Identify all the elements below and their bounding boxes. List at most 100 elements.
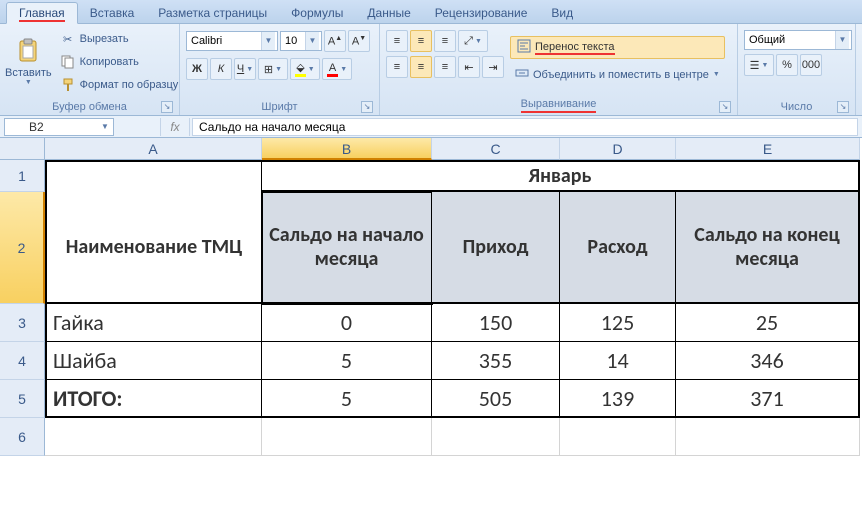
fx-button[interactable]: fx [160,118,190,136]
font-dialog-launcher[interactable]: ↘ [361,101,373,113]
chevron-down-icon: ▼ [713,71,720,78]
cell-d4[interactable]: 14 [560,342,676,380]
font-size-input[interactable] [281,32,305,50]
row-header-1[interactable]: 1 [0,160,45,192]
tab-data[interactable]: Данные [355,3,422,23]
align-top-icon: ≡ [394,35,400,47]
row-header-2[interactable]: 2 [0,192,45,304]
cell-b2[interactable]: Сальдо на начало месяца [262,192,432,304]
brush-icon [60,77,76,93]
format-painter-button[interactable]: Формат по образцу [55,74,184,96]
bold-button[interactable]: Ж [186,58,208,80]
row-header-4[interactable]: 4 [0,342,45,380]
cell-c5[interactable]: 505 [432,380,560,418]
cell-d5[interactable]: 139 [560,380,676,418]
align-bottom-button[interactable]: ≡ [434,30,456,52]
number-dialog-launcher[interactable]: ↘ [837,101,849,113]
col-header-d[interactable]: D [560,138,676,160]
ribbon-tabs: Главная Вставка Разметка страницы Формул… [0,0,862,24]
cell-e4[interactable]: 346 [676,342,860,380]
cell-b3[interactable]: 0 [262,304,432,342]
tab-formulas[interactable]: Формулы [279,3,355,23]
comma-button[interactable]: 000 [800,54,822,76]
cell-b6[interactable] [262,418,432,456]
name-box[interactable]: B2 ▼ [4,118,114,136]
cell-month[interactable]: Январь [262,160,860,192]
chevron-down-icon[interactable]: ▼ [305,32,319,50]
group-label-clipboard: Буфер обмена ↘ [4,99,175,115]
grow-font-button[interactable]: A▲ [324,30,346,52]
chevron-down-icon[interactable]: ▼ [835,31,849,49]
align-right-button[interactable]: ≡ [434,56,456,78]
orientation-button[interactable]: ⤢▼ [458,30,488,52]
clipboard-dialog-launcher[interactable]: ↘ [161,101,173,113]
borders-icon: ⊞ [264,63,273,76]
cell-d3[interactable]: 125 [560,304,676,342]
alignment-dialog-launcher[interactable]: ↘ [719,101,731,113]
font-name-input[interactable] [187,32,261,50]
row-header-5[interactable]: 5 [0,380,45,418]
cell-d2[interactable]: Расход [560,192,676,304]
font-size-combo[interactable]: ▼ [280,31,322,51]
align-left-icon: ≡ [394,61,400,73]
cell-c3[interactable]: 150 [432,304,560,342]
cell-a1[interactable] [45,160,262,192]
tab-page-layout[interactable]: Разметка страницы [146,3,279,23]
font-color-button[interactable]: A▼ [322,58,352,80]
cell-header-name[interactable]: Наименование ТМЦ [45,192,262,304]
number-format-input[interactable] [745,31,835,49]
align-left-button[interactable]: ≡ [386,56,408,78]
wrap-text-button[interactable]: Перенос текста [510,36,725,59]
merge-icon [515,66,529,83]
decrease-indent-button[interactable]: ⇤ [458,56,480,78]
copy-button[interactable]: Копировать [55,51,184,73]
chevron-down-icon[interactable]: ▼ [97,122,113,131]
cell-d6[interactable] [560,418,676,456]
cell-e3[interactable]: 25 [676,304,860,342]
tab-insert[interactable]: Вставка [78,3,147,23]
tab-home[interactable]: Главная [6,2,78,24]
cell-b5[interactable]: 5 [262,380,432,418]
cut-button[interactable]: ✂ Вырезать [55,28,184,50]
cell-b4[interactable]: 5 [262,342,432,380]
merge-center-button[interactable]: Объединить и поместить в центре ▼ [510,63,725,86]
italic-button[interactable]: К [210,58,232,80]
row-header-6[interactable]: 6 [0,418,45,456]
cell-c4[interactable]: 355 [432,342,560,380]
accounting-format-button[interactable]: ☰▼ [744,54,774,76]
cell-e6[interactable] [676,418,860,456]
col-header-a[interactable]: A [45,138,262,160]
cell-c6[interactable] [432,418,560,456]
align-top-button[interactable]: ≡ [386,30,408,52]
formula-input[interactable] [192,118,858,136]
borders-button[interactable]: ⊞▼ [258,58,288,80]
underline-button[interactable]: Ч▼ [234,58,256,80]
select-all-button[interactable] [0,138,45,160]
tab-review[interactable]: Рецензирование [423,3,540,23]
shrink-font-button[interactable]: A▼ [348,30,370,52]
chevron-down-icon[interactable]: ▼ [261,32,275,50]
cell-e5[interactable]: 371 [676,380,860,418]
increase-indent-icon: ⇥ [488,61,497,74]
paste-button[interactable]: Вставить ▼ [4,26,53,94]
col-header-e[interactable]: E [676,138,860,160]
cell-e2[interactable]: Сальдо на конец месяца [676,192,860,304]
cell-a6[interactable] [45,418,262,456]
cell-a5[interactable]: ИТОГО: [45,380,262,418]
increase-indent-button[interactable]: ⇥ [482,56,504,78]
cell-c2[interactable]: Приход [432,192,560,304]
orientation-icon: ⤢ [464,35,473,48]
align-center-button[interactable]: ≡ [410,56,432,78]
cell-a4[interactable]: Шайба [45,342,262,380]
tab-view[interactable]: Вид [539,3,585,23]
align-middle-button[interactable]: ≡ [410,30,432,52]
col-header-c[interactable]: C [432,138,560,160]
cell-a3[interactable]: Гайка [45,304,262,342]
ribbon-body: Вставить ▼ ✂ Вырезать Копировать [0,24,862,116]
row-header-3[interactable]: 3 [0,304,45,342]
number-format-combo[interactable]: ▼ [744,30,852,50]
fill-color-button[interactable]: ⬙▼ [290,58,320,80]
percent-button[interactable]: % [776,54,798,76]
font-name-combo[interactable]: ▼ [186,31,278,51]
col-header-b[interactable]: B [262,138,432,160]
